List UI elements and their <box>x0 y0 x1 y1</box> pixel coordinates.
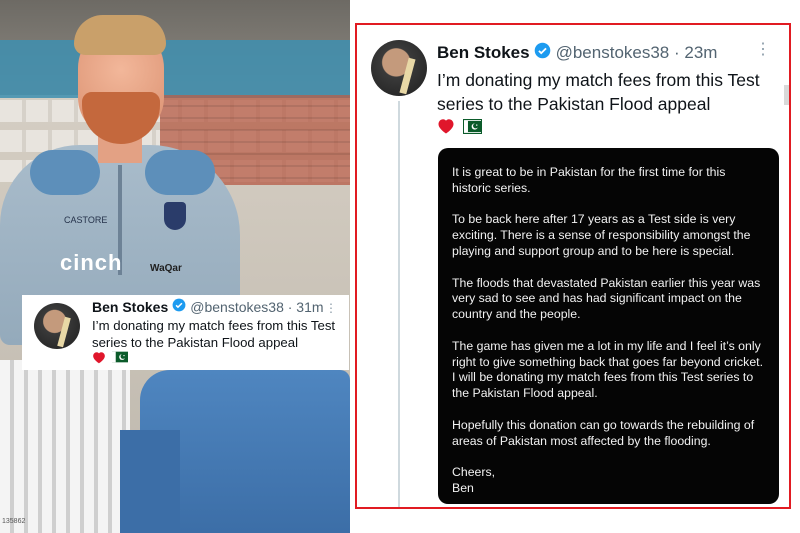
author-handle[interactable]: @benstokes38 · 31m <box>190 299 323 315</box>
author-name[interactable]: Ben Stokes <box>92 299 168 315</box>
verified-badge-icon <box>534 42 551 64</box>
england-crest-icon <box>164 202 186 230</box>
sponsor-logo: cinch <box>60 250 123 275</box>
avatar[interactable] <box>34 303 80 349</box>
player-leg <box>120 430 180 533</box>
scrollbar[interactable] <box>784 85 789 105</box>
railing <box>0 360 130 533</box>
emoji-row <box>92 351 128 364</box>
tweet-text: I’m donating my match fees from this Tes… <box>437 70 760 114</box>
bat-graphic <box>57 316 71 348</box>
verified-badge-icon <box>172 298 186 315</box>
tweet-header: Ben Stokes @benstokes38 · 31m <box>92 298 324 315</box>
statement-image[interactable]: It is great to be in Pakistan for the fi… <box>438 148 779 504</box>
more-options-icon[interactable]: ⋮ <box>325 301 337 315</box>
emoji-row <box>437 117 482 135</box>
statement-paragraph: The floods that devastated Pakistan earl… <box>452 275 761 322</box>
statement-signature: Ben <box>452 480 474 495</box>
tweet-screenshot: Ben Stokes @benstokes38 · 23m ⋮ I’m dona… <box>355 23 791 509</box>
pakistan-flag-icon <box>112 351 128 363</box>
heart-icon <box>93 352 105 364</box>
kit-brand: CASTORE <box>64 215 108 225</box>
shoulder-panel <box>30 150 100 195</box>
player-photo: CASTORE cinch WaQar 135862 Ben Stokes @b… <box>0 0 350 533</box>
photo-id: 135862 <box>2 518 26 525</box>
bat-graphic <box>399 57 416 95</box>
stadium-banner <box>0 40 350 98</box>
statement-signoff: Cheers, <box>452 465 496 480</box>
shoulder-panel <box>145 150 215 195</box>
statement-paragraph: To be back here after 17 years as a Test… <box>452 212 751 258</box>
avatar[interactable] <box>371 40 427 96</box>
player-hair <box>74 15 166 55</box>
author-handle[interactable]: @benstokes38 · 23m <box>556 43 718 63</box>
heart-icon <box>438 119 454 134</box>
author-name[interactable]: Ben Stokes <box>437 43 530 63</box>
tweet-text: I’m donating my match fees from this Tes… <box>92 318 336 350</box>
statement-paragraph: The game has given me a lot in my life a… <box>452 338 764 401</box>
thread-line <box>398 101 400 507</box>
watermark: WaQar <box>150 263 182 274</box>
statement-paragraph: Hopefully this donation can go towards t… <box>452 417 755 448</box>
more-options-icon[interactable]: ⋮ <box>755 39 771 59</box>
pakistan-flag-icon <box>463 118 482 134</box>
statement-paragraph: It is great to be in Pakistan for the fi… <box>452 165 726 195</box>
mini-tweet-card[interactable]: Ben Stokes @benstokes38 · 31m ⋮ I’m dona… <box>22 295 349 370</box>
tweet-header: Ben Stokes @benstokes38 · 23m <box>437 42 717 64</box>
